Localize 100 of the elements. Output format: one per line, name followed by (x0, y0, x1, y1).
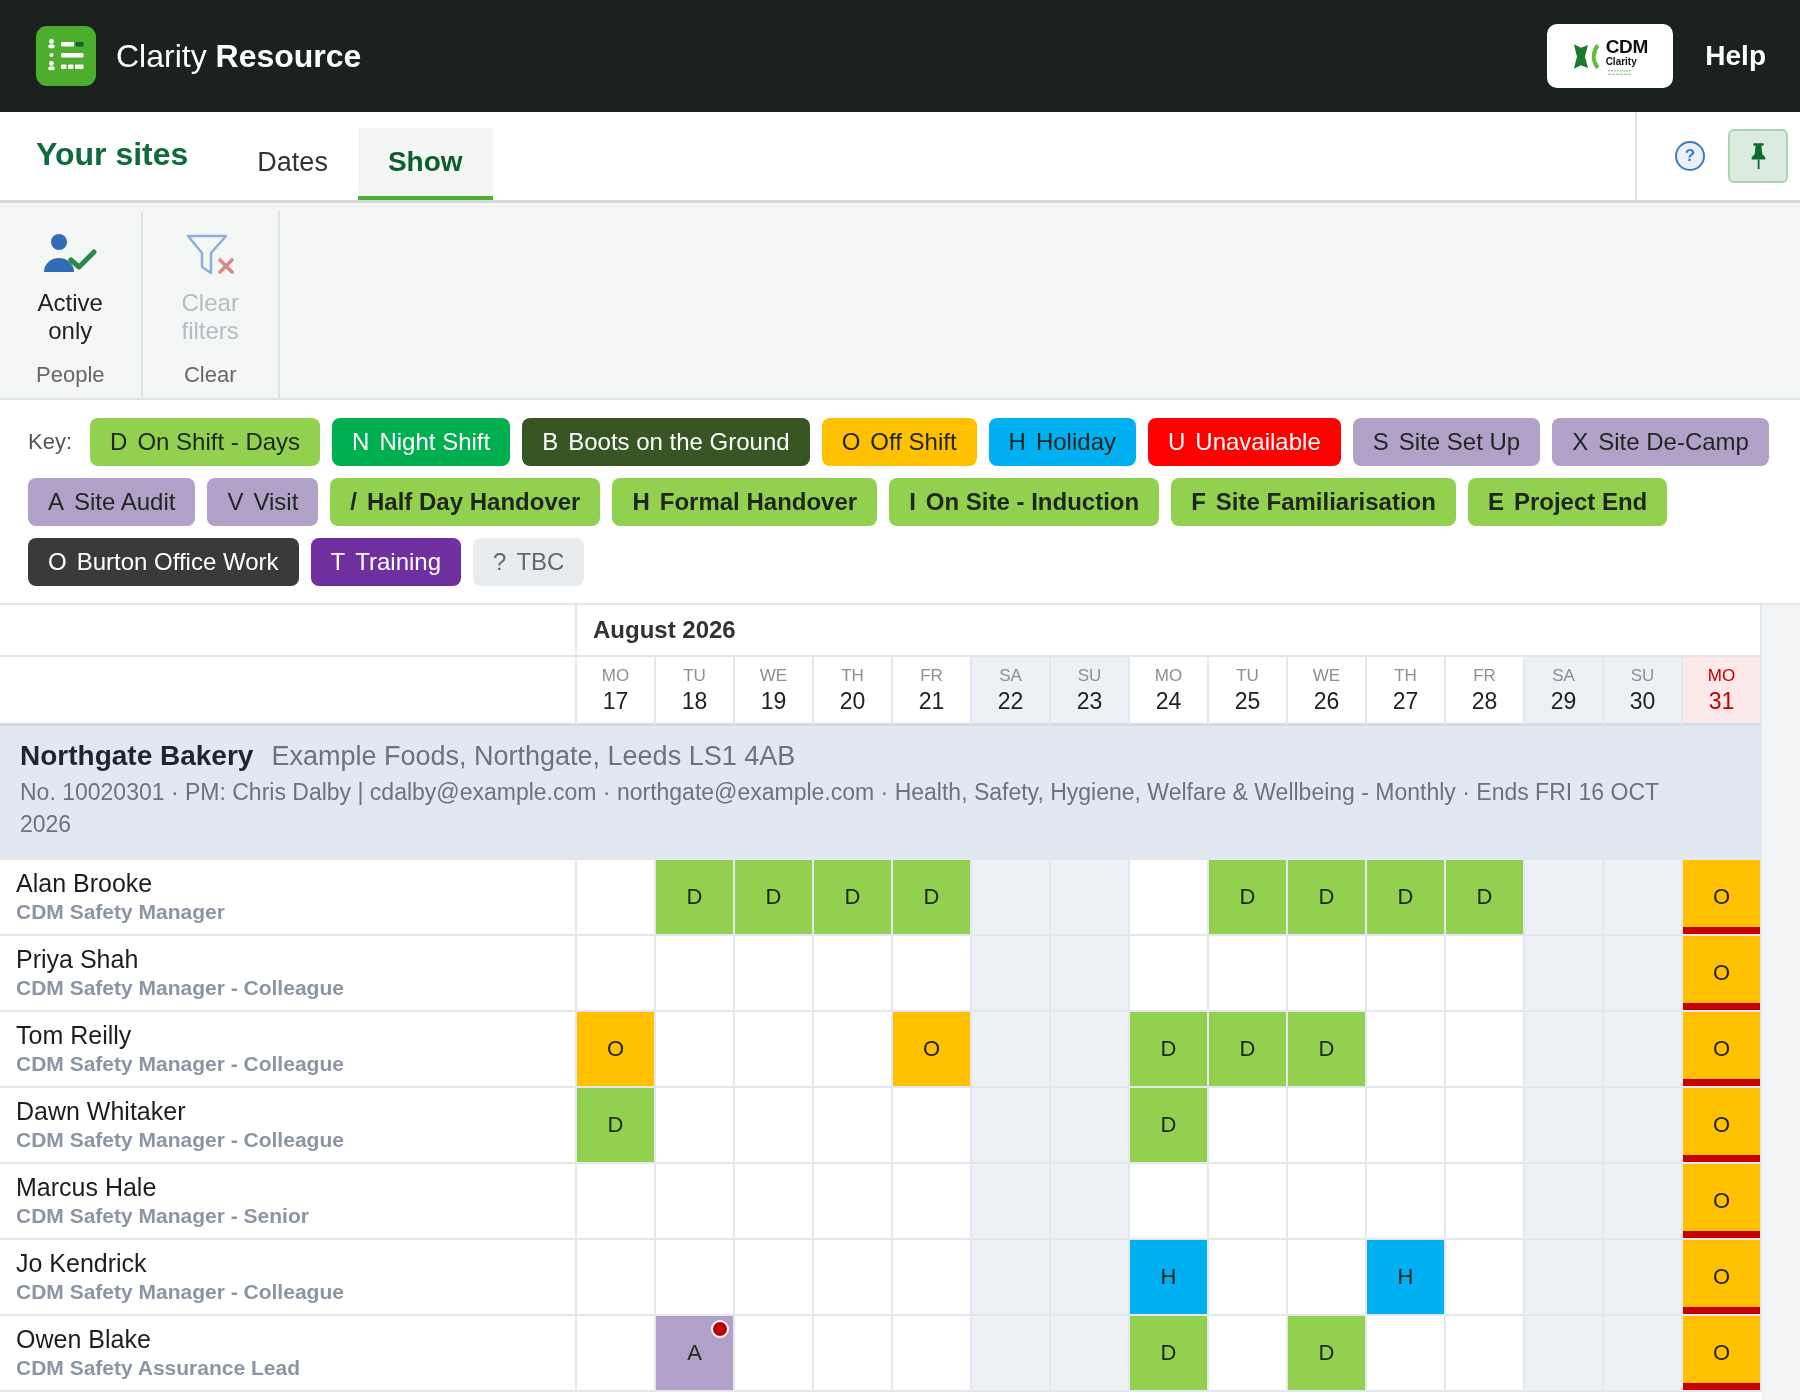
day-cell[interactable] (1288, 1164, 1367, 1240)
shift-cell[interactable]: O (1683, 1316, 1762, 1392)
day-cell[interactable] (1288, 936, 1367, 1012)
day-cell[interactable] (1367, 936, 1446, 1012)
shift-cell[interactable]: D (1209, 860, 1288, 936)
shift-cell[interactable]: D (893, 860, 972, 936)
shift-cell[interactable]: D (1130, 1088, 1209, 1164)
day-cell[interactable] (1604, 1164, 1683, 1240)
day-cell[interactable] (893, 936, 972, 1012)
day-cell[interactable] (1367, 1012, 1446, 1088)
shift-cell[interactable]: H (1367, 1240, 1446, 1316)
day-cell[interactable] (577, 1316, 656, 1392)
day-cell[interactable] (1288, 1240, 1367, 1316)
day-cell[interactable] (1525, 1316, 1604, 1392)
day-cell[interactable] (1446, 1164, 1525, 1240)
shift-cell[interactable]: D (735, 860, 814, 936)
day-cell[interactable] (1051, 1164, 1130, 1240)
pin-button[interactable] (1728, 129, 1788, 183)
day-cell[interactable] (1051, 1316, 1130, 1392)
day-cell[interactable] (1130, 1164, 1209, 1240)
shift-cell[interactable]: O (1683, 1012, 1762, 1088)
day-cell[interactable] (1367, 1316, 1446, 1392)
day-cell[interactable] (1130, 860, 1209, 936)
shift-cell[interactable]: D (577, 1088, 656, 1164)
shift-cell[interactable]: D (1209, 1012, 1288, 1088)
shift-cell[interactable]: D (814, 860, 893, 936)
day-cell[interactable] (1209, 1240, 1288, 1316)
shift-cell[interactable]: D (656, 860, 735, 936)
shift-cell[interactable]: D (1288, 860, 1367, 936)
day-cell[interactable] (1209, 936, 1288, 1012)
day-cell[interactable] (735, 936, 814, 1012)
day-cell[interactable] (735, 1012, 814, 1088)
shift-cell[interactable]: O (1683, 1164, 1762, 1240)
day-cell[interactable] (1051, 1088, 1130, 1164)
day-cell[interactable] (735, 1164, 814, 1240)
day-cell[interactable] (1604, 1088, 1683, 1164)
day-cell[interactable] (814, 1164, 893, 1240)
shift-cell[interactable]: O (1683, 860, 1762, 936)
day-cell[interactable] (656, 1240, 735, 1316)
shift-cell[interactable]: A (656, 1316, 735, 1392)
shift-cell[interactable]: D (1367, 860, 1446, 936)
shift-cell[interactable]: D (1288, 1316, 1367, 1392)
day-cell[interactable] (1367, 1088, 1446, 1164)
day-cell[interactable] (1130, 936, 1209, 1012)
day-cell[interactable] (656, 1088, 735, 1164)
day-cell[interactable] (814, 936, 893, 1012)
day-cell[interactable] (1604, 936, 1683, 1012)
day-cell[interactable] (1604, 1240, 1683, 1316)
day-cell[interactable] (577, 1240, 656, 1316)
help-link[interactable]: Help (1705, 40, 1766, 72)
shift-cell[interactable]: O (1683, 1088, 1762, 1164)
day-cell[interactable] (1446, 1012, 1525, 1088)
tab[interactable]: Dates (227, 128, 358, 200)
day-cell[interactable] (1051, 860, 1130, 936)
tab[interactable]: Show (357, 128, 493, 200)
day-cell[interactable] (656, 936, 735, 1012)
shift-cell[interactable]: D (1288, 1012, 1367, 1088)
shift-cell[interactable]: D (1446, 860, 1525, 936)
shift-cell[interactable]: D (1130, 1012, 1209, 1088)
shift-cell[interactable]: H (1130, 1240, 1209, 1316)
day-cell[interactable] (735, 1316, 814, 1392)
shift-cell[interactable]: D (1130, 1316, 1209, 1392)
day-cell[interactable] (656, 1012, 735, 1088)
shift-cell[interactable]: O (1683, 1240, 1762, 1316)
day-cell[interactable] (1367, 1164, 1446, 1240)
active-only-button[interactable]: Active only (37, 219, 103, 345)
day-cell[interactable] (814, 1316, 893, 1392)
day-cell[interactable] (1604, 860, 1683, 936)
app-title: Clarity Resource (116, 37, 362, 75)
day-cell[interactable] (1051, 1012, 1130, 1088)
shift-cell[interactable]: O (893, 1012, 972, 1088)
shift-cell[interactable]: O (577, 1012, 656, 1088)
shift-cell[interactable]: O (1683, 936, 1762, 1012)
day-cell[interactable] (1209, 1088, 1288, 1164)
day-cell[interactable] (893, 1088, 972, 1164)
day-cell[interactable] (1446, 936, 1525, 1012)
day-cell[interactable] (1604, 1012, 1683, 1088)
day-cell[interactable] (1446, 1240, 1525, 1316)
day-cell[interactable] (1288, 1088, 1367, 1164)
day-cell[interactable] (1604, 1316, 1683, 1392)
day-cell[interactable] (893, 1240, 972, 1316)
day-cell[interactable] (814, 1012, 893, 1088)
day-cell[interactable] (577, 936, 656, 1012)
day-cell[interactable] (814, 1240, 893, 1316)
day-cell[interactable] (1209, 1316, 1288, 1392)
day-cell[interactable] (735, 1088, 814, 1164)
day-cell[interactable] (814, 1088, 893, 1164)
day-cell[interactable] (1446, 1316, 1525, 1392)
day-cell[interactable] (893, 1164, 972, 1240)
day-cell[interactable] (972, 1316, 1051, 1392)
day-cell[interactable] (577, 1164, 656, 1240)
day-cell[interactable] (735, 1240, 814, 1316)
help-button[interactable]: ? (1675, 141, 1705, 171)
day-cell[interactable] (1446, 1088, 1525, 1164)
day-cell[interactable] (656, 1164, 735, 1240)
day-cell[interactable] (577, 860, 656, 936)
day-cell[interactable] (1209, 1164, 1288, 1240)
day-cell[interactable] (1051, 936, 1130, 1012)
day-cell[interactable] (1051, 1240, 1130, 1316)
day-cell[interactable] (893, 1316, 972, 1392)
